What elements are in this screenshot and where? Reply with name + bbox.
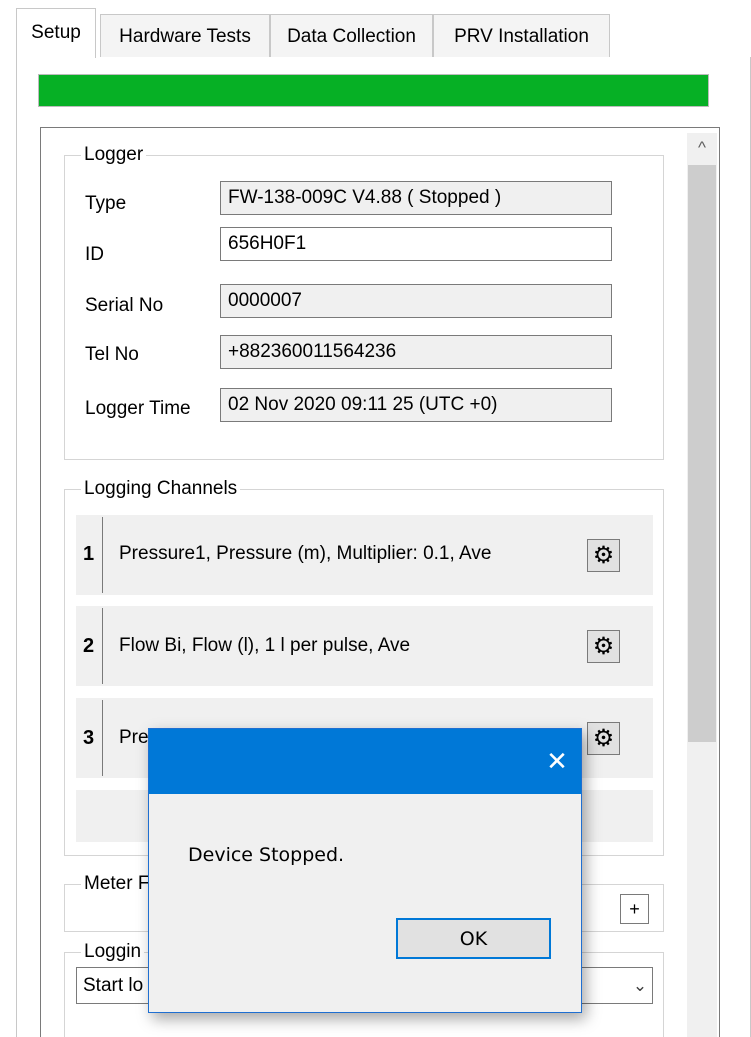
progress-bar [38,74,709,107]
tab-setup[interactable]: Setup [16,8,96,58]
channel-2-settings-button[interactable]: ⚙ [587,630,620,663]
type-field: FW-138-009C V4.88 ( Stopped ) [220,181,612,215]
add-meter-button[interactable]: + [620,894,649,924]
channel-divider [102,700,103,776]
close-icon[interactable]: ✕ [537,741,577,781]
channel-description: Pressure1, Pressure (m), Multiplier: 0.1… [119,543,492,564]
channel-number: 1 [83,543,95,565]
chevron-down-icon[interactable]: ⌄ [628,976,652,996]
gear-icon: ⚙ [592,724,615,752]
id-field[interactable]: 656H0F1 [220,227,612,261]
channel-divider [102,517,103,593]
scroll-up-arrow-icon[interactable]: ^ [688,133,716,163]
dialog-title-bar: ✕ [149,729,581,794]
dialog-body [149,794,581,1012]
id-label: ID [85,244,104,265]
serial-no-field: 0000007 [220,284,612,318]
tab-hardware-tests[interactable]: Hardware Tests [100,14,270,58]
scrollbar-thumb[interactable] [688,165,716,742]
channel-number: 3 [83,727,95,749]
channel-3-settings-button[interactable]: ⚙ [587,722,620,755]
tab-prv-installation[interactable]: PRV Installation [433,14,610,58]
logger-time-label: Logger Time [85,398,191,419]
gear-icon: ⚙ [592,632,615,660]
channel-divider [102,608,103,684]
channel-description: Pre [119,727,149,748]
channel-1-settings-button[interactable]: ⚙ [587,539,620,572]
logging-group-title: Loggin [81,941,145,963]
channel-description: Flow Bi, Flow (l), 1 l per pulse, Ave [119,635,411,656]
tab-data-collection[interactable]: Data Collection [270,14,433,58]
dialog-message: Device Stopped. [188,844,345,866]
progress-bar-fill [39,75,708,106]
serial-no-label: Serial No [85,295,164,316]
message-dialog: ✕ Device Stopped. OK [148,728,582,1013]
logging-channels-title: Logging Channels [81,478,241,500]
channel-row-1: 1 Pressure1, Pressure (m), Multiplier: 0… [76,515,653,595]
tel-no-label: Tel No [85,344,139,365]
type-label: Type [85,193,127,214]
tel-no-field: +882360011564236 [220,335,612,369]
ok-button[interactable]: OK [396,918,551,959]
gear-icon: ⚙ [592,541,615,569]
meter-group-title: Meter F [81,873,153,895]
channel-number: 2 [83,635,95,657]
channel-row-2: 2 Flow Bi, Flow (l), 1 l per pulse, Ave … [76,606,653,686]
logger-time-field: 02 Nov 2020 09:11 25 (UTC +0) [220,388,612,422]
logger-group-title: Logger [81,144,147,166]
